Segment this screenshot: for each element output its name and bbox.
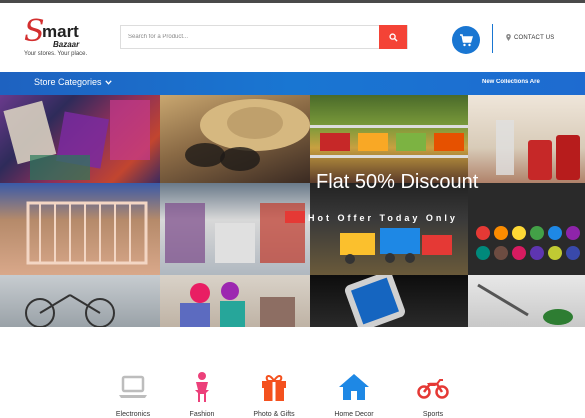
- contact-label: CONTACT US: [514, 34, 555, 41]
- category-home-decor-label: Home Decor: [334, 411, 374, 418]
- site-header: S mart Bazaar Your stores. Your place. C…: [0, 3, 585, 72]
- navbar: Store Categories New Collections Are: [0, 72, 585, 95]
- category-electronics-label: Electronics: [115, 411, 151, 418]
- tile-gifts-image: [160, 275, 310, 327]
- person-icon: [195, 372, 209, 402]
- tile-phone-image: [310, 275, 468, 327]
- tile-crib-image: [0, 183, 160, 275]
- store-categories-menu[interactable]: Store Categories: [34, 77, 112, 87]
- header-divider: [492, 24, 493, 53]
- store-categories-label: Store Categories: [34, 77, 102, 87]
- category-strip: Electronics Fashion Photo & Gifts Home D…: [0, 327, 585, 418]
- map-pin-icon: [506, 34, 511, 41]
- category-photo-gifts-label: Photo & Gifts: [253, 411, 295, 418]
- search-button[interactable]: [379, 25, 407, 49]
- motorbike-icon: [417, 379, 449, 399]
- category-sports-label: Sports: [422, 411, 444, 418]
- cart-button[interactable]: [452, 26, 480, 54]
- tile-bikes-image: [0, 275, 160, 327]
- hero-caption: Flat 50% Discount Hot Offer Today Only: [286, 165, 585, 235]
- search-input[interactable]: [121, 26, 380, 48]
- search-bar: [120, 25, 408, 49]
- gift-icon: [262, 375, 286, 401]
- hero-title: Flat 50% Discount: [316, 171, 479, 193]
- chevron-down-icon: [104, 79, 112, 85]
- hero-subtitle: Hot Offer Today Only: [308, 213, 458, 223]
- home-icon: [339, 374, 369, 400]
- category-fashion-label: Fashion: [189, 411, 215, 418]
- tile-bags-image: [0, 95, 160, 183]
- search-icon: [388, 32, 398, 42]
- new-collections-ticker[interactable]: New Collections Are: [482, 79, 540, 85]
- logo[interactable]: S mart Bazaar Your stores. Your place.: [24, 17, 104, 63]
- logo-tagline: Your stores. Your place.: [24, 51, 88, 57]
- logo-bazaar: Bazaar: [53, 40, 80, 49]
- hero-banner[interactable]: Flat 50% Discount Hot Offer Today Only: [0, 95, 585, 327]
- cart-icon: [460, 33, 473, 46]
- contact-link[interactable]: CONTACT US: [506, 34, 554, 41]
- laptop-icon: [119, 375, 147, 398]
- logo-mart: mart: [42, 22, 79, 41]
- tile-pen-image: [468, 275, 585, 327]
